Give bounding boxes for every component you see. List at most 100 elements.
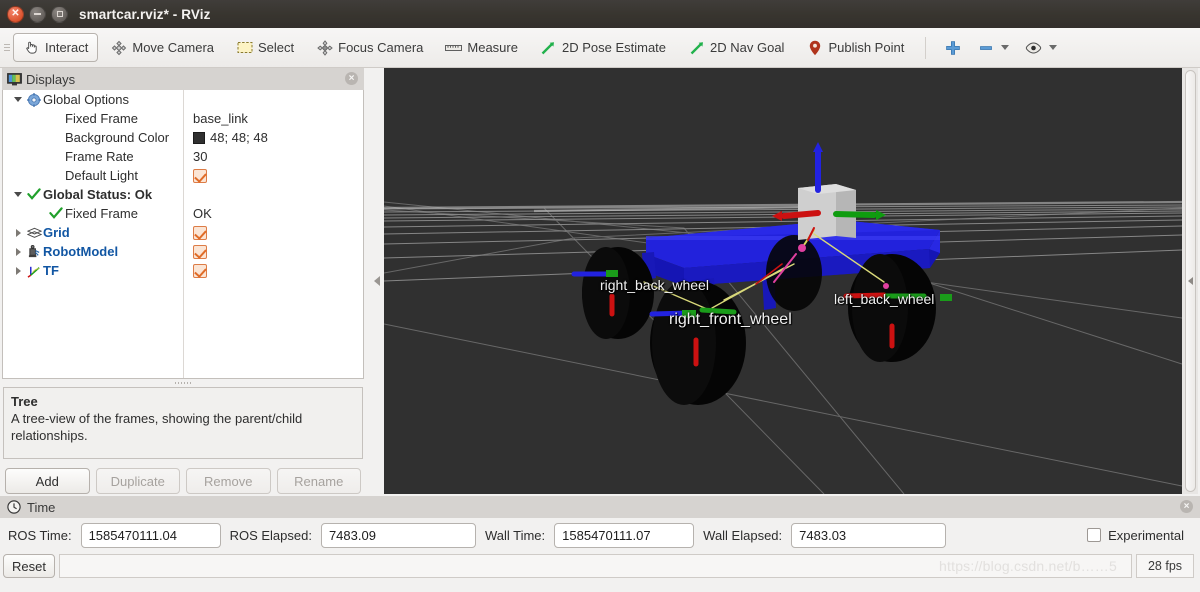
tree-row-robotmodel[interactable]: RobotModel (3, 242, 363, 261)
tree-row-name-cell: Fixed Frame (3, 111, 183, 126)
green-arrow-icon (540, 39, 557, 56)
color-swatch (193, 131, 205, 144)
viewport-scrollbar[interactable] (1182, 68, 1198, 494)
tf-label-right-back-wheel: right_back_wheel (600, 277, 709, 293)
tool-select-label: Select (258, 40, 295, 55)
close-icon[interactable]: × (1180, 500, 1193, 513)
panel-splitter[interactable] (2, 379, 364, 387)
3d-scene (384, 68, 1182, 494)
displays-panel-title: Displays (26, 71, 76, 87)
minus-icon (977, 39, 994, 56)
tree-row-fixed-frame[interactable]: Fixed Frame base_link (3, 109, 363, 128)
tool-publish-point[interactable]: Publish Point (796, 33, 914, 62)
description-title: Tree (11, 394, 38, 409)
3d-viewport[interactable]: right_back_wheel right_front_wheel left_… (384, 68, 1182, 494)
wall-time-label: Wall Time: (484, 527, 546, 543)
tree-row-frame-rate[interactable]: Frame Rate 30 (3, 147, 363, 166)
tree-row-value-cell[interactable] (183, 263, 207, 278)
reset-button[interactable]: Reset (3, 554, 55, 578)
time-panel: Time × ROS Time: 1585470111.04 ROS Elaps… (0, 496, 1200, 592)
tool-2d-pose-estimate[interactable]: 2D Pose Estimate (530, 33, 676, 62)
tool-interact-label: Interact (45, 40, 89, 55)
remove-button[interactable]: Remove (186, 468, 271, 494)
time-panel-header: Time × (0, 496, 1200, 518)
chevron-right-icon[interactable] (11, 228, 25, 237)
tree-row-name-cell: TF (3, 263, 183, 278)
tree-row-value-cell[interactable] (183, 244, 207, 259)
tree-row-name-cell: Fixed Frame (3, 206, 183, 221)
tree-row-value-cell[interactable]: 30 (183, 149, 207, 164)
tree-row-value-cell[interactable] (183, 168, 207, 183)
wall-elapsed-input[interactable]: 7483.03 (791, 522, 947, 548)
color-value-text: 48; 48; 48 (210, 130, 268, 145)
wall-time-input[interactable]: 1585470111.07 (554, 522, 695, 548)
tool-visibility[interactable] (1018, 33, 1064, 62)
ros-time-input[interactable]: 1585470111.04 (80, 522, 221, 548)
tool-focus-camera[interactable]: Focus Camera (306, 33, 433, 62)
tree-row-value-cell[interactable]: 48; 48; 48 (183, 130, 268, 145)
enabled-checkbox[interactable] (193, 225, 207, 240)
chevron-right-icon[interactable] (11, 266, 25, 275)
fps-indicator: 28 fps (1136, 554, 1194, 578)
tool-move-camera[interactable]: Move Camera (100, 33, 224, 62)
window-title-bar: ✕ smartcar.rviz* - RViz (0, 0, 1200, 28)
tool-focus-camera-label: Focus Camera (338, 40, 424, 55)
status-row: Reset https://blog.csdn.net/b……5 28 fps (0, 552, 1200, 580)
tool-measure[interactable]: Measure (435, 33, 528, 62)
tree-row-tf[interactable]: TF (3, 261, 363, 280)
green-arrow-icon (688, 39, 705, 56)
tree-item-value: base_link (193, 111, 248, 126)
toolbar-separator (925, 36, 927, 59)
chevron-down-icon[interactable] (1001, 45, 1010, 50)
close-icon[interactable]: ✕ (7, 5, 24, 23)
ruler-icon (445, 39, 463, 56)
enabled-checkbox[interactable] (193, 263, 207, 278)
chevron-right-icon[interactable] (11, 247, 25, 256)
toolbar-drag-handle[interactable] (2, 28, 12, 68)
tree-row-value-cell[interactable]: OK (183, 206, 212, 221)
close-icon[interactable]: × (345, 72, 358, 85)
time-panel-title: Time (27, 499, 56, 515)
tool-select[interactable]: Select (226, 33, 304, 62)
tree-row-grid[interactable]: Grid (3, 223, 363, 242)
wall-elapsed-label: Wall Elapsed: (703, 527, 783, 543)
tool-add-view[interactable] (937, 33, 968, 62)
tree-row-fixed-frame[interactable]: Fixed Frame OK (3, 204, 363, 223)
chevron-down-icon[interactable] (11, 97, 25, 102)
enabled-checkbox[interactable] (193, 168, 207, 183)
experimental-label: Experimental (1108, 527, 1184, 543)
tool-interact[interactable]: Interact (13, 33, 99, 62)
collapse-right-arrow[interactable] (1187, 277, 1193, 285)
map-pin-icon (806, 39, 823, 56)
tree-row-name-cell: RobotModel (3, 244, 183, 259)
tree-row-default-light[interactable]: Default Light (3, 166, 363, 185)
tool-2d-nav-goal[interactable]: 2D Nav Goal (678, 33, 794, 62)
ros-elapsed-input[interactable]: 7483.09 (320, 522, 476, 548)
experimental-toggle[interactable]: Experimental (1087, 528, 1184, 543)
tree-row-global-options[interactable]: Global Options (3, 90, 363, 109)
minimize-icon[interactable] (29, 5, 46, 23)
tree-row-name-cell: Frame Rate (3, 149, 183, 164)
tree-row-global-status-ok[interactable]: Global Status: Ok (3, 185, 363, 204)
displays-panel-header: Displays × (2, 68, 364, 90)
tool-2d-nav-goal-label: 2D Nav Goal (710, 40, 785, 55)
experimental-checkbox[interactable] (1087, 528, 1102, 542)
collapse-left-arrow[interactable] (372, 68, 382, 494)
displays-tree[interactable]: Global Options Fixed Frame base_link Backgr… (2, 90, 364, 379)
chevron-down-icon[interactable] (1049, 45, 1058, 50)
rename-button[interactable]: Rename (276, 468, 361, 494)
add-button[interactable]: Add (5, 468, 90, 494)
enabled-checkbox[interactable] (193, 244, 207, 259)
tree-row-name-cell: Global Options (3, 92, 183, 107)
tree-item-label: Fixed Frame (65, 111, 138, 126)
tool-remove-view[interactable] (970, 33, 1016, 62)
tree-item-label: Default Light (65, 168, 138, 183)
tree-row-value-cell[interactable] (183, 225, 207, 240)
tree-row-value-cell[interactable]: base_link (183, 111, 248, 126)
status-bar: https://blog.csdn.net/b……5 (58, 554, 1132, 578)
window-controls: ✕ (7, 5, 68, 23)
chevron-down-icon[interactable] (11, 192, 25, 197)
duplicate-button[interactable]: Duplicate (95, 468, 180, 494)
maximize-icon[interactable] (51, 5, 68, 23)
tree-row-background-color[interactable]: Background Color 48; 48; 48 (3, 128, 363, 147)
